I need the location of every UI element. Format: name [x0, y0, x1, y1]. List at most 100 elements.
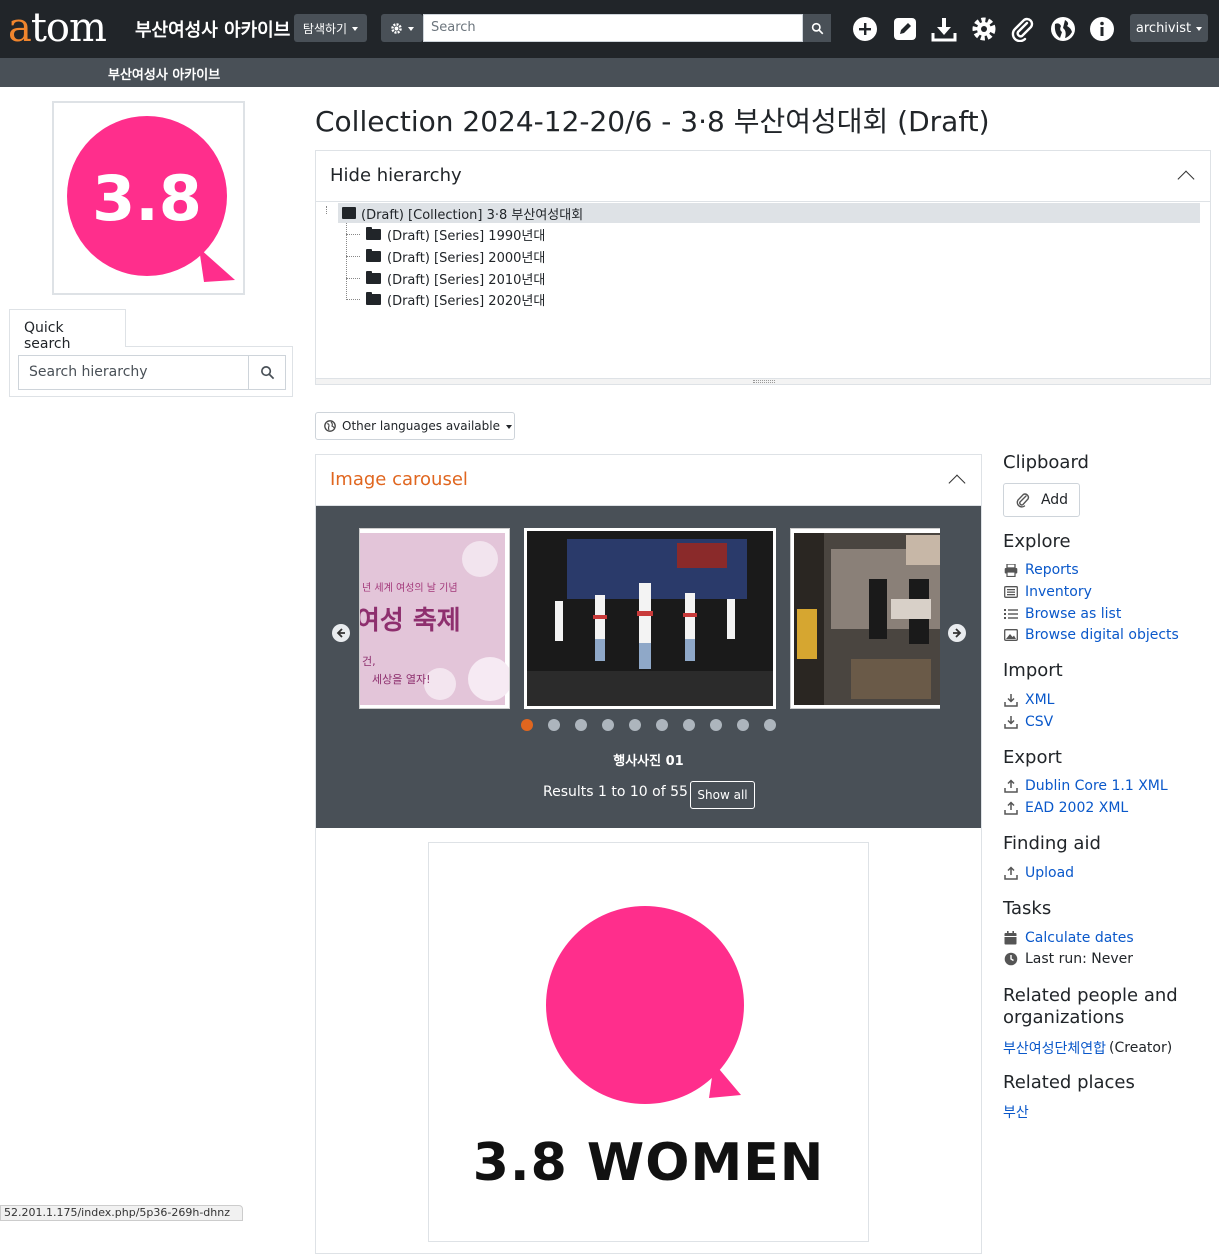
logo-letters: tom — [30, 5, 107, 51]
site-name-link[interactable]: 부산여성사 아카이브 — [135, 16, 290, 42]
paperclip-icon — [1011, 17, 1034, 42]
import-button[interactable] — [930, 15, 958, 43]
related-person-link[interactable]: 부산여성단체연합 — [1003, 1038, 1106, 1058]
upload-icon — [1003, 801, 1018, 815]
carousel-thumbnail[interactable]: 년 세계 여성의 날 기념 여성 축제 건, 세상을 열자! — [359, 528, 510, 709]
search-input[interactable]: Search — [423, 14, 803, 42]
caret-down-icon — [1196, 26, 1203, 31]
search-button[interactable] — [803, 14, 831, 42]
browse-menu-button[interactable]: 탐색하기 — [294, 14, 367, 42]
hide-hierarchy-toggle[interactable]: Hide hierarchy — [316, 151, 1210, 202]
carousel-dot[interactable] — [548, 719, 560, 731]
inventory-link[interactable]: Inventory — [1003, 584, 1092, 600]
folder-icon — [366, 291, 381, 305]
add-button[interactable] — [851, 15, 879, 43]
chevron-up-icon — [948, 474, 966, 492]
browse-digital-objects-link[interactable]: Browse digital objects — [1003, 627, 1179, 643]
inventory-label: Inventory — [1025, 584, 1092, 600]
related-place-link[interactable]: 부산 — [1003, 1102, 1029, 1122]
clipboard-button[interactable] — [1009, 15, 1037, 43]
calculate-dates-label: Calculate dates — [1025, 930, 1134, 946]
browse-as-list-label: Browse as list — [1025, 606, 1122, 622]
chevron-up-icon — [1177, 170, 1195, 188]
tree-item[interactable]: (Draft) [Series] 2010년대 — [346, 268, 545, 288]
other-languages-dropdown[interactable]: Other languages available — [315, 412, 515, 440]
export-ead-link[interactable]: EAD 2002 XML — [1003, 800, 1128, 816]
list-icon — [1003, 609, 1018, 619]
atom-logo[interactable]: a tom — [8, 5, 107, 51]
carousel-dot[interactable] — [575, 719, 587, 731]
last-run-status: Last run: Never — [1003, 951, 1133, 967]
related-people-heading-line2: organizations — [1003, 1007, 1125, 1028]
download-icon — [1003, 716, 1018, 729]
browse-as-list-link[interactable]: Browse as list — [1003, 606, 1121, 622]
carousel-dot[interactable] — [710, 719, 722, 731]
caret-down-icon — [408, 26, 414, 31]
event-logo-large — [546, 906, 744, 1104]
hierarchy-resize-handle[interactable] — [316, 378, 1210, 384]
carousel-prev-button[interactable] — [332, 624, 350, 642]
quick-search-panel: Search hierarchy — [9, 346, 293, 397]
search-icon — [811, 22, 823, 34]
import-csv-label: CSV — [1025, 714, 1054, 730]
tree-item-label: (Draft) [Series] 2020년대 — [387, 293, 546, 309]
tree-item[interactable]: (Draft) [Series] 2000년대 — [346, 246, 545, 266]
user-menu-button[interactable]: archivist — [1130, 14, 1208, 42]
carousel-dot[interactable] — [602, 719, 614, 731]
list-box-icon — [1003, 586, 1018, 598]
search-icon — [260, 366, 274, 380]
export-dublin-core-label: Dublin Core 1.1 XML — [1025, 778, 1168, 794]
search-hierarchy-button[interactable] — [248, 355, 286, 390]
folder-icon — [366, 226, 381, 240]
globe-icon — [324, 420, 336, 432]
reports-link[interactable]: Reports — [1003, 562, 1079, 578]
exhibition-photo — [791, 529, 940, 708]
import-csv-link[interactable]: CSV — [1003, 714, 1053, 730]
finding-aid-upload-link[interactable]: Upload — [1003, 865, 1074, 881]
carousel-dot[interactable] — [629, 719, 641, 731]
folder-icon — [366, 270, 381, 284]
stage-performance-photo — [527, 531, 773, 706]
tasks-heading: Tasks — [1003, 898, 1052, 919]
admin-button[interactable] — [970, 15, 998, 43]
show-all-button[interactable]: Show all — [690, 781, 755, 809]
carousel-dot[interactable] — [521, 719, 533, 731]
carousel-thumbnail[interactable] — [790, 528, 940, 709]
image-carousel-toggle[interactable]: Image carousel — [316, 455, 981, 506]
carousel-dot[interactable] — [656, 719, 668, 731]
manage-button[interactable] — [891, 15, 919, 43]
tree-item[interactable]: (Draft) [Series] 1990년대 — [346, 224, 545, 244]
carousel-dot[interactable] — [764, 719, 776, 731]
search-options-button[interactable] — [381, 14, 423, 42]
plus-icon — [853, 17, 877, 41]
clipboard-add-button[interactable]: Add — [1003, 483, 1080, 517]
export-ead-label: EAD 2002 XML — [1025, 800, 1129, 816]
repository-logo[interactable]: 3.8 — [52, 101, 245, 295]
language-button[interactable] — [1049, 15, 1077, 43]
tab-quick-search[interactable]: Quick search — [9, 309, 126, 352]
carousel-body: 년 세계 여성의 날 기념 여성 축제 건, 세상을 열자! 행사사진 01 R… — [316, 506, 981, 828]
finding-aid-upload-label: Upload — [1025, 865, 1075, 881]
image-carousel-panel: Image carousel 년 세계 여성의 날 기념 여성 축제 건, 세상… — [315, 454, 982, 1254]
printer-icon — [1004, 563, 1017, 577]
carousel-dot[interactable] — [683, 719, 695, 731]
search-hierarchy-input[interactable]: Search hierarchy — [18, 355, 249, 390]
carousel-dot[interactable] — [737, 719, 749, 731]
upload-icon — [1003, 866, 1018, 880]
carousel-thumbnail-active[interactable] — [524, 528, 776, 709]
info-icon — [1090, 17, 1114, 41]
export-dublin-core-link[interactable]: Dublin Core 1.1 XML — [1003, 778, 1168, 794]
carousel-next-button[interactable] — [948, 624, 966, 642]
import-xml-link[interactable]: XML — [1003, 692, 1054, 708]
edit-icon — [894, 18, 916, 40]
tree-root-item[interactable]: (Draft) [Collection] 3·8 부산여성대회 — [338, 203, 1200, 223]
caret-down-icon — [352, 26, 359, 31]
globe-icon — [1051, 17, 1075, 41]
digital-object-image[interactable]: 3.8 WOMEN — [428, 842, 869, 1242]
other-languages-label: Other languages available — [342, 419, 500, 433]
download-icon — [1003, 694, 1018, 707]
tree-item[interactable]: (Draft) [Series] 2020년대 — [346, 289, 545, 309]
poster-line-4: 세상을 열자! — [372, 673, 431, 686]
calculate-dates-link[interactable]: Calculate dates — [1003, 930, 1134, 946]
info-button[interactable] — [1088, 15, 1116, 43]
